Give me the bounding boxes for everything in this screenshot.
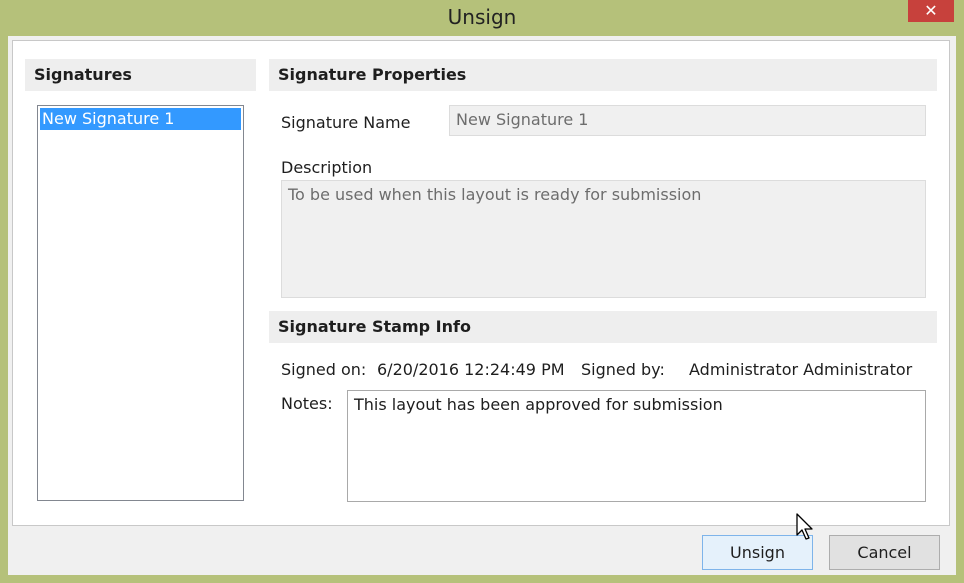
- description-label: Description: [281, 158, 373, 177]
- cancel-button[interactable]: Cancel: [829, 535, 940, 570]
- signed-by-value: Administrator Administrator: [689, 360, 913, 379]
- signatures-header: Signatures: [25, 59, 256, 91]
- mouse-cursor-icon: [796, 513, 813, 540]
- description-field[interactable]: To be used when this layout is ready for…: [281, 180, 926, 298]
- signed-by-label: Signed by:: [581, 360, 665, 379]
- signatures-list[interactable]: New Signature 1: [37, 105, 244, 501]
- stamp-info-header: Signature Stamp Info: [269, 311, 937, 343]
- notes-label: Notes:: [281, 394, 333, 413]
- content-panel: Signatures New Signature 1 Signature Pro…: [12, 40, 950, 526]
- notes-field[interactable]: This layout has been approved for submis…: [347, 390, 926, 502]
- signed-on-label: Signed on:: [281, 360, 367, 379]
- signature-properties-header: Signature Properties: [269, 59, 937, 91]
- title-bar[interactable]: Unsign ✕: [0, 0, 964, 36]
- dialog-body: Signatures New Signature 1 Signature Pro…: [8, 36, 956, 575]
- signature-name-field[interactable]: New Signature 1: [449, 105, 926, 136]
- signed-on-value: 6/20/2016 12:24:49 PM: [377, 360, 565, 379]
- close-button[interactable]: ✕: [908, 0, 954, 22]
- list-item[interactable]: New Signature 1: [40, 108, 241, 130]
- close-icon: ✕: [924, 1, 938, 20]
- dialog-window: Unsign ✕ Signatures New Signature 1 Sign…: [0, 0, 964, 583]
- window-title: Unsign: [447, 5, 517, 29]
- signature-name-label: Signature Name: [281, 113, 411, 132]
